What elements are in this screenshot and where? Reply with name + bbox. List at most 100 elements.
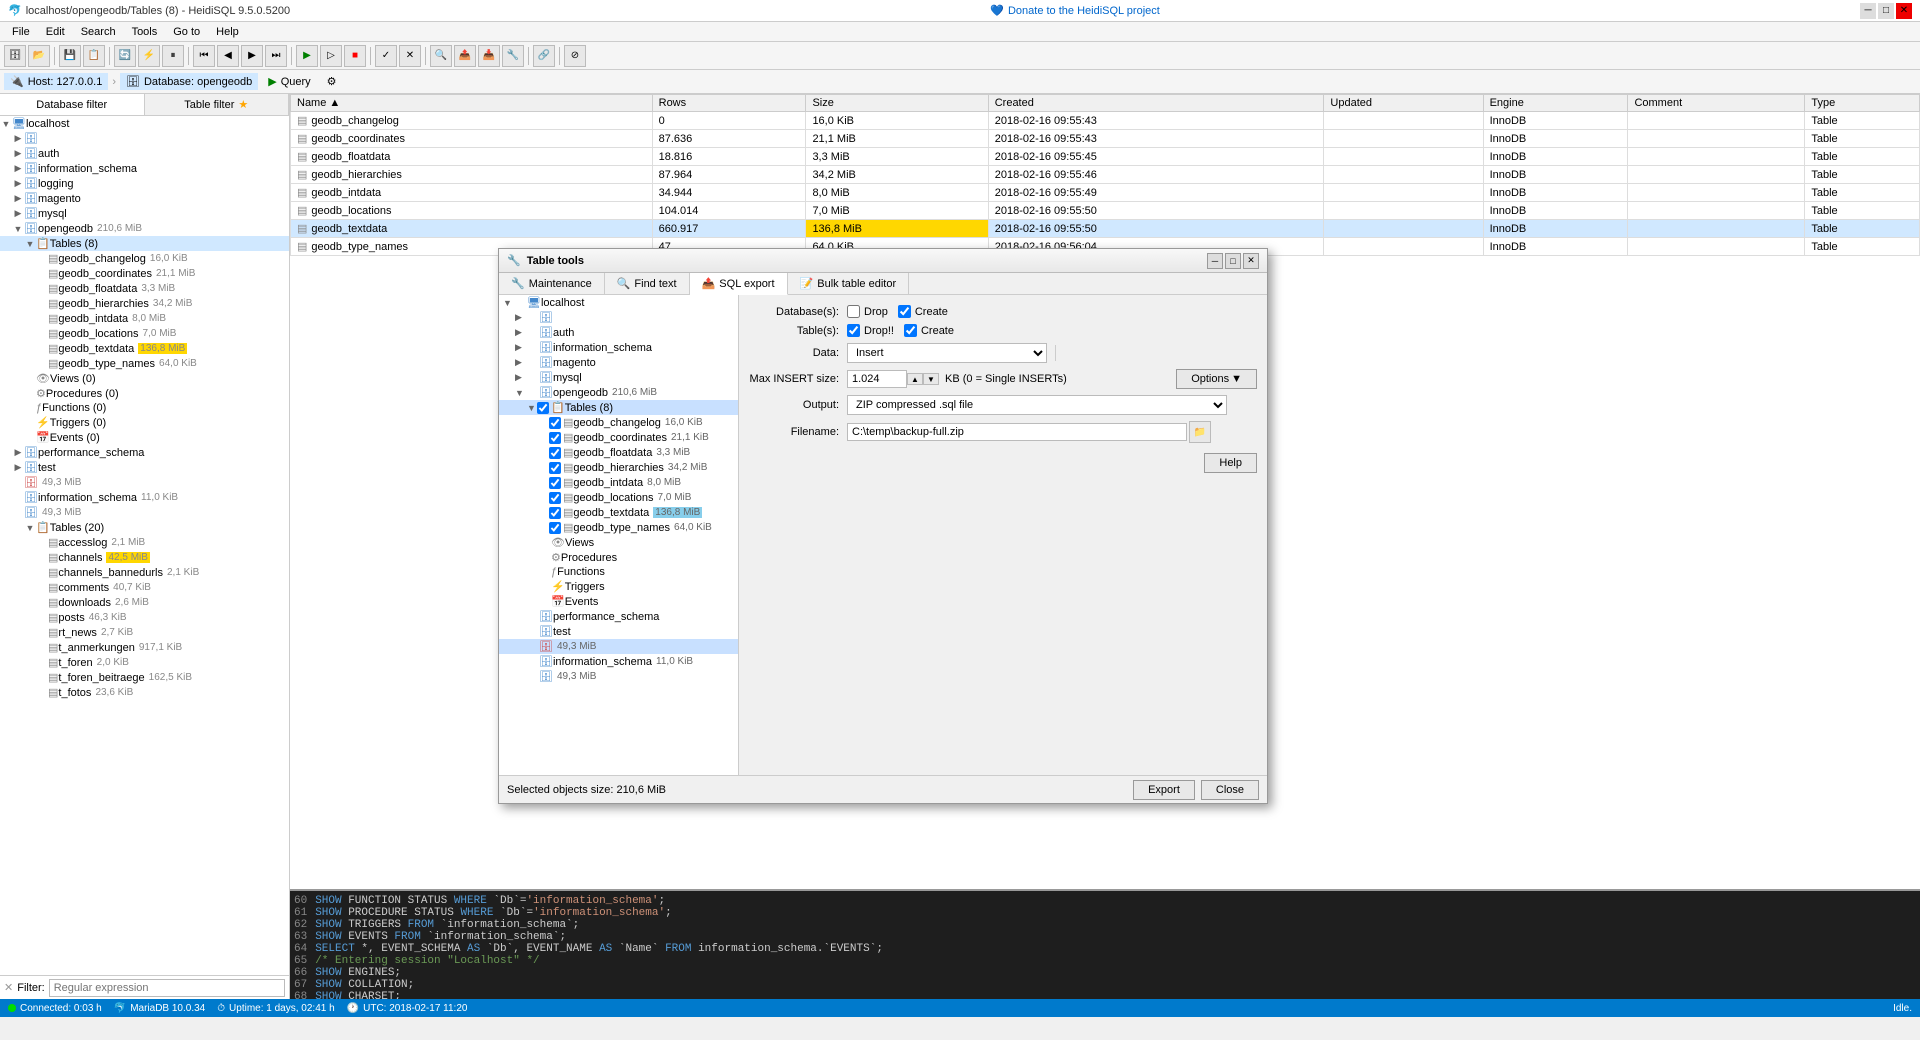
toolbar-filter-btn[interactable]: 🔍 [430,45,452,67]
modal-tree-item-m_test[interactable]: 🗄test [499,624,738,639]
tree-item-procedures0[interactable]: ▶⚙Procedures (0) [0,386,289,401]
toolbar-next-btn[interactable]: ▶ [241,45,263,67]
toolbar-first-btn[interactable]: ⏮ [193,45,215,67]
filename-input[interactable] [847,423,1187,441]
toolbar-run-btn[interactable]: ▶ [296,45,318,67]
col-type[interactable]: Type [1805,95,1920,112]
toolbar-btn3[interactable]: ⚡ [138,45,160,67]
col-size[interactable]: Size [806,95,988,112]
export-btn[interactable]: Export [1133,780,1195,800]
table-row[interactable]: ▤geodb_textdata 660.917 136,8 MiB 2018-0… [291,220,1920,238]
col-updated[interactable]: Updated [1324,95,1483,112]
table-row[interactable]: ▤geodb_coordinates 87.636 21,1 MiB 2018-… [291,130,1920,148]
menu-edit[interactable]: Edit [38,24,73,40]
output-select[interactable]: ZIP compressed .sql file [847,395,1227,415]
modal-tree-item-m_t_floatdata[interactable]: ▤geodb_floatdata3,3 MiB [499,445,738,460]
toolbar-tools-btn[interactable]: 🔧 [502,45,524,67]
col-engine[interactable]: Engine [1483,95,1628,112]
toolbar-refresh-btn[interactable]: 🔄 [114,45,136,67]
modal-tree-item-m_performance_schema[interactable]: 🗄performance_schema [499,609,738,624]
toolbar-open-btn[interactable]: 📂 [28,45,50,67]
modal-close-btn[interactable]: ✕ [1243,253,1259,269]
nav-query[interactable]: ▶ Query [262,73,316,90]
donate-text[interactable]: Donate to the HeidiSQL project [1008,5,1160,17]
modal-tree-item-m_functions[interactable]: ƒFunctions [499,565,738,579]
table-row[interactable]: ▤geodb_locations 104.014 7,0 MiB 2018-02… [291,202,1920,220]
tree-item-t_geodb_hierarchies[interactable]: ▶▤geodb_hierarchies34,2 MiB [0,296,289,311]
tree-item-t_geodb_coordinates[interactable]: ▶▤geodb_coordinates21,1 MiB [0,266,289,281]
tree-item-t_geodb_intdata[interactable]: ▶▤geodb_intdata8,0 MiB [0,311,289,326]
nav-database[interactable]: 🗄 Database: opengeodb [120,73,258,90]
toolbar-save-btn[interactable]: 💾 [59,45,81,67]
toolbar-cancel-btn[interactable]: ⊘ [564,45,586,67]
tree-item-performance_schema[interactable]: ▶🗄performance_schema [0,445,289,460]
tree-item-magento[interactable]: ▶🗄magento [0,191,289,206]
modal-tree-item-m_t_locations[interactable]: ▤geodb_locations7,0 MiB [499,490,738,505]
modal-tree-item-m_t_changelog[interactable]: ▤geodb_changelog16,0 KiB [499,415,738,430]
tree-item-anon3[interactable]: ▶🗄49,3 MiB [0,505,289,520]
modal-close-footer-btn[interactable]: Close [1201,780,1259,800]
tree-item-functions0[interactable]: ▶ƒFunctions (0) [0,401,289,415]
modal-tree-item-m_mysql[interactable]: ▶🗄mysql [499,370,738,385]
tree-item-t_t_anmerkungen[interactable]: ▶▤t_anmerkungen917,1 KiB [0,640,289,655]
tree-item-views0[interactable]: ▶👁Views (0) [0,371,289,386]
create-checkbox[interactable] [898,305,911,318]
modal-tree-item-m_magento[interactable]: ▶🗄magento [499,355,738,370]
tree-item-triggers0[interactable]: ▶⚡Triggers (0) [0,415,289,430]
modal-tree-item-m_information_schema2[interactable]: 🗄information_schema11,0 KiB [499,654,738,669]
filter-input[interactable] [49,979,285,997]
menu-tools[interactable]: Tools [124,24,166,40]
tree-item-t_geodb_locations[interactable]: ▶▤geodb_locations7,0 MiB [0,326,289,341]
modal-tree-item-m_t_intdata[interactable]: ▤geodb_intdata8,0 MiB [499,475,738,490]
tree-item-logging[interactable]: ▶🗄logging [0,176,289,191]
modal-tree-item-m_events[interactable]: 📅Events [499,594,738,609]
toolbar-saveas-btn[interactable]: 📋 [83,45,105,67]
modal-tree-item-m_anon1[interactable]: ▶🗄 [499,310,738,325]
modal-tree-item-m_opengeodb[interactable]: ▼🗄opengeodb210,6 MiB [499,385,738,400]
modal-tree-item-m_t_type_names[interactable]: ▤geodb_type_names64,0 KiB [499,520,738,535]
close-btn[interactable]: ✕ [1896,3,1912,19]
toolbar-last-btn[interactable]: ⏭ [265,45,287,67]
tree-item-t_geodb_textdata[interactable]: ▶▤geodb_textdata136,8 MiB [0,341,289,356]
tree-item-t_t_fotos[interactable]: ▶▤t_fotos23,6 KiB [0,685,289,700]
menu-search[interactable]: Search [73,24,124,40]
modal-maximize-btn[interactable]: □ [1225,253,1241,269]
modal-tree-item-m_t_coordinates[interactable]: ▤geodb_coordinates21,1 KiB [499,430,738,445]
tree-item-t_channels[interactable]: ▶▤channels42,5 MiB [0,550,289,565]
menu-file[interactable]: File [4,24,38,40]
toolbar-link-btn[interactable]: 🔗 [533,45,555,67]
minimize-btn[interactable]: ─ [1860,3,1876,19]
toolbar-new-btn[interactable]: 🗄 [4,45,26,67]
modal-tree-item-m_information_schema[interactable]: ▶🗄information_schema [499,340,738,355]
nav-settings[interactable]: ⚙ [321,73,343,90]
modal-minimize-btn[interactable]: ─ [1207,253,1223,269]
tree-item-mysql[interactable]: ▶🗄mysql [0,206,289,221]
tree-item-anon2[interactable]: ▶🗄49,3 MiB [0,475,289,490]
help-btn[interactable]: Help [1204,453,1257,473]
toolbar-run2-btn[interactable]: ▷ [320,45,342,67]
tree-item-opengeodb[interactable]: ▼🗄opengeodb210,6 MiB [0,221,289,236]
tab-table-filter[interactable]: Table filter ★ [145,94,290,115]
menu-goto[interactable]: Go to [165,24,208,40]
toolbar-export-btn[interactable]: 📤 [454,45,476,67]
toolbar-stop-btn[interactable]: ■ [344,45,366,67]
tree-item-t_channels_bannedurls[interactable]: ▶▤channels_bannedurls2,1 KiB [0,565,289,580]
nav-host[interactable]: 🔌 Host: 127.0.0.1 [4,73,108,90]
tab-bulk-editor[interactable]: 📝 Bulk table editor [788,273,910,294]
tree-item-t_t_foren_beitraege[interactable]: ▶▤t_foren_beitraege162,5 KiB [0,670,289,685]
modal-tree-item-m_localhost[interactable]: ▼🖥localhost [499,295,738,310]
tree-item-t_geodb_type_names[interactable]: ▶▤geodb_type_names64,0 KiB [0,356,289,371]
filename-browse-btn[interactable]: 📁 [1189,421,1211,443]
maximize-btn[interactable]: □ [1878,3,1894,19]
table-row[interactable]: ▤geodb_changelog 0 16,0 KiB 2018-02-16 0… [291,112,1920,130]
tree-item-t_comments[interactable]: ▶▤comments40,7 KiB [0,580,289,595]
toolbar-prev-btn[interactable]: ◀ [217,45,239,67]
modal-tree-item-m_anon2[interactable]: 🗄49,3 MiB [499,639,738,654]
tree-item-t_downloads[interactable]: ▶▤downloads2,6 MiB [0,595,289,610]
tree-item-information_schema2[interactable]: ▶🗄information_schema11,0 KiB [0,490,289,505]
col-rows[interactable]: Rows [652,95,806,112]
close-filter-icon[interactable]: ✕ [4,981,13,994]
tree-item-tables20[interactable]: ▼📋Tables (20) [0,520,289,535]
modal-tree-item-m_anon3[interactable]: 🗄49,3 MiB [499,669,738,684]
create2-checkbox[interactable] [904,324,917,337]
